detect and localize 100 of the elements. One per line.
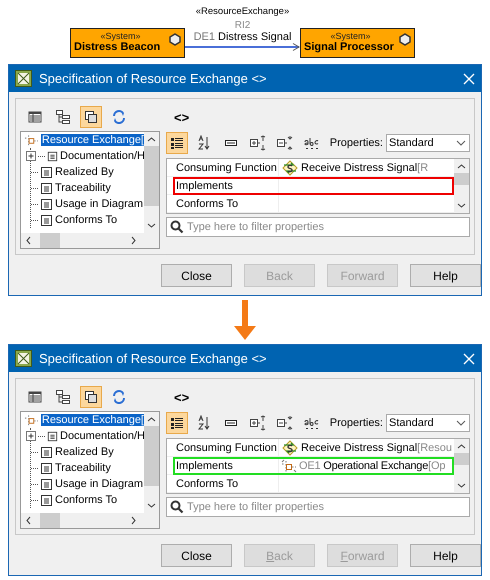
block-name: Signal Processor: [304, 41, 394, 53]
toggle-button[interactable]: [166, 132, 188, 154]
stereotype-label: «System»: [330, 31, 371, 41]
tree-item[interactable]: Resource Exchange[: [40, 414, 145, 426]
property-name: Conforms To: [176, 198, 238, 210]
scrollbar[interactable]: [21, 513, 159, 528]
spelling-icon[interactable]: [303, 135, 321, 151]
table-icon[interactable]: [27, 389, 43, 405]
scroll-left-icon[interactable]: [25, 516, 31, 525]
dialog-button[interactable]: Help: [410, 264, 481, 287]
dialog-button[interactable]: Help: [410, 544, 481, 567]
expand-icon[interactable]: [26, 151, 36, 161]
close-icon[interactable]: [463, 352, 475, 364]
scroll-left-icon[interactable]: [25, 236, 31, 245]
properties-label: Properties:: [330, 137, 383, 149]
app-icon: [15, 350, 32, 367]
tree-item[interactable]: Usage in Diagram: [55, 478, 144, 490]
table-icon[interactable]: [27, 109, 43, 125]
scroll-right-icon[interactable]: [131, 236, 137, 245]
tree-icon[interactable]: [55, 389, 71, 405]
properties-dropdown[interactable]: Standard: [386, 414, 470, 432]
scroll-down-icon[interactable]: [147, 223, 156, 229]
tree-item[interactable]: Resource Exchange[: [40, 134, 145, 146]
tree-item[interactable]: Usage in Diagram: [55, 198, 144, 210]
element-name: <>: [174, 110, 190, 124]
filter-field[interactable]: Type here to filter properties: [166, 497, 470, 517]
properties-label: Properties:: [330, 417, 383, 429]
document-icon: [40, 478, 53, 490]
scrollbar[interactable]: [144, 412, 159, 513]
property-value[interactable]: Receive Distress Signal[R: [301, 162, 428, 174]
tree-item[interactable]: Documentation/H: [60, 430, 145, 442]
scroll-up-icon[interactable]: [147, 416, 156, 422]
scrollbar[interactable]: [454, 159, 469, 213]
scroll-up-icon[interactable]: [457, 443, 466, 449]
scrollbar[interactable]: [144, 132, 159, 233]
scroll-thumb[interactable]: [454, 173, 469, 185]
block-name: Distress Beacon: [74, 41, 160, 53]
sort-icon[interactable]: [197, 135, 211, 151]
windows-icon: [83, 389, 99, 405]
categories-icon: [169, 415, 185, 431]
scrollbar[interactable]: [21, 233, 159, 248]
document-icon: [40, 446, 53, 458]
toggle-button[interactable]: [166, 412, 188, 434]
expand-icon[interactable]: [26, 431, 36, 441]
scroll-thumb[interactable]: [40, 233, 60, 248]
tree-item[interactable]: Traceability: [55, 462, 111, 474]
scroll-thumb[interactable]: [144, 146, 159, 206]
exchange-icon: [281, 458, 297, 474]
window-title: Specification of Resource Exchange <>: [39, 351, 268, 366]
tree-item[interactable]: Conforms To: [55, 214, 118, 226]
scroll-down-icon[interactable]: [147, 503, 156, 509]
sort-icon[interactable]: [197, 415, 211, 431]
refresh-icon[interactable]: [111, 109, 127, 125]
hexagon-icon: [399, 33, 411, 46]
properties-dropdown[interactable]: Standard: [386, 134, 470, 152]
scrollbar[interactable]: [454, 439, 469, 493]
expand-icon[interactable]: [249, 415, 267, 431]
close-icon[interactable]: [463, 72, 475, 84]
property-value[interactable]: OE1 Operational Exchange[Op: [299, 460, 446, 472]
stereotype-label: «ResourceExchange»: [196, 6, 290, 17]
tree-icon[interactable]: [55, 109, 71, 125]
property-value[interactable]: Receive Distress Signal[Resou: [301, 442, 452, 454]
scroll-thumb[interactable]: [144, 426, 159, 486]
document-icon: [47, 150, 58, 162]
property-name: Consuming Function: [176, 162, 277, 174]
document-icon: [40, 166, 53, 178]
scroll-up-icon[interactable]: [147, 136, 156, 142]
document-icon: [40, 214, 53, 226]
document-icon: [40, 182, 53, 194]
tree-item[interactable]: Documentation/H: [60, 150, 145, 162]
expand-icon[interactable]: [249, 135, 267, 151]
scroll-down-icon[interactable]: [457, 203, 466, 209]
scroll-down-icon[interactable]: [457, 483, 466, 489]
chevron-icon: [455, 139, 467, 147]
tree-item[interactable]: Traceability: [55, 182, 111, 194]
stereotype-label: «System»: [100, 31, 141, 41]
refresh-icon[interactable]: [111, 389, 127, 405]
collapse-icon[interactable]: [276, 135, 294, 151]
toggle-button[interactable]: [80, 106, 102, 128]
tree-item[interactable]: Conforms To: [55, 494, 118, 506]
filter-field[interactable]: Type here to filter properties: [166, 217, 470, 237]
dialog-button[interactable]: Close: [161, 264, 232, 287]
document-icon: [47, 430, 58, 442]
dialog-button[interactable]: Close: [161, 544, 232, 567]
function-icon: [281, 440, 299, 456]
collapse-icon[interactable]: [276, 415, 294, 431]
property-name: Implements: [176, 180, 233, 192]
function-icon: [281, 160, 299, 176]
scroll-thumb[interactable]: [454, 453, 469, 465]
down-arrow: [234, 300, 256, 340]
tree-item[interactable]: Realized By: [55, 446, 114, 458]
document-icon: [40, 462, 53, 474]
scroll-thumb[interactable]: [40, 513, 60, 528]
hexagon-icon: [169, 33, 181, 46]
toggle-button[interactable]: [80, 386, 102, 408]
tree-item[interactable]: Realized By: [55, 166, 114, 178]
scroll-up-icon[interactable]: [457, 163, 466, 169]
scroll-right-icon[interactable]: [131, 516, 137, 525]
spelling-icon[interactable]: [303, 415, 321, 431]
element-name: <>: [174, 390, 190, 404]
